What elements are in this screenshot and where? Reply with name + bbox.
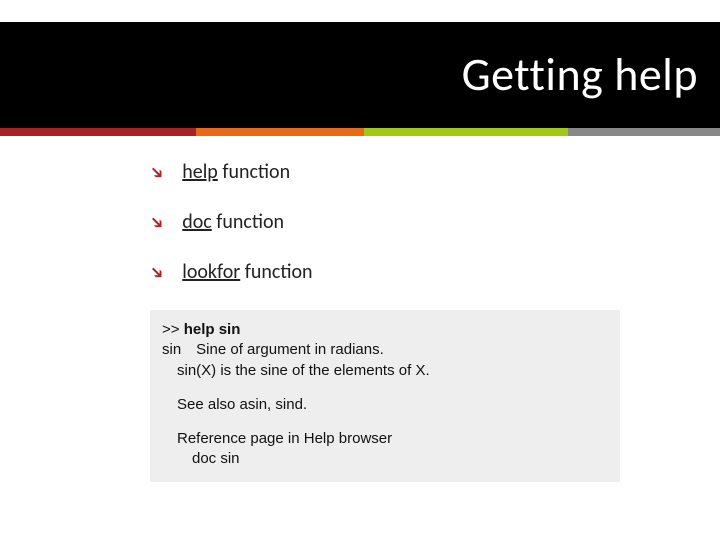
bullet-cmd: lookfor bbox=[182, 260, 240, 284]
stripe-orange bbox=[196, 128, 364, 136]
code-para-ref: Reference page in Help browser doc sin bbox=[162, 429, 608, 470]
code-line: sin Sine of argument in radians. bbox=[162, 341, 384, 358]
header-band: Getting help bbox=[0, 22, 720, 128]
bullet-rest: function bbox=[218, 160, 290, 184]
content-area: ➔ help function ➔ doc function ➔ lookfor… bbox=[150, 160, 670, 482]
code-para-input: >> help sin sin Sine of argument in radi… bbox=[162, 320, 608, 381]
bullet-doc: ➔ doc function bbox=[150, 210, 670, 234]
stripe-grey bbox=[568, 128, 720, 136]
code-line: doc sin bbox=[162, 450, 240, 467]
arrow-icon: ➔ bbox=[145, 260, 170, 285]
code-command: help sin bbox=[184, 321, 241, 338]
bullet-lookfor: ➔ lookfor function bbox=[150, 260, 670, 284]
code-prompt: >> bbox=[162, 321, 184, 338]
bullet-help: ➔ help function bbox=[150, 160, 670, 184]
page-title: Getting help bbox=[462, 47, 698, 103]
code-line: See also asin, sind. bbox=[162, 396, 307, 413]
stripe-green bbox=[364, 128, 568, 136]
bullet-text: help function bbox=[182, 160, 290, 184]
code-line: sin(X) is the sine of the elements of X. bbox=[162, 362, 430, 379]
bullet-text: doc function bbox=[182, 210, 284, 234]
bullet-cmd: doc bbox=[182, 210, 212, 234]
stripe-red bbox=[0, 128, 196, 136]
code-para-seealso: See also asin, sind. bbox=[162, 395, 608, 415]
bullet-rest: function bbox=[212, 210, 284, 234]
code-line: Reference page in Help browser bbox=[162, 430, 392, 447]
bullet-text: lookfor function bbox=[182, 260, 312, 284]
arrow-icon: ➔ bbox=[145, 160, 170, 185]
arrow-icon: ➔ bbox=[145, 210, 170, 235]
bullet-cmd: help bbox=[182, 160, 218, 184]
bullet-rest: function bbox=[240, 260, 312, 284]
accent-stripe bbox=[0, 128, 720, 136]
code-example: >> help sin sin Sine of argument in radi… bbox=[150, 310, 620, 482]
